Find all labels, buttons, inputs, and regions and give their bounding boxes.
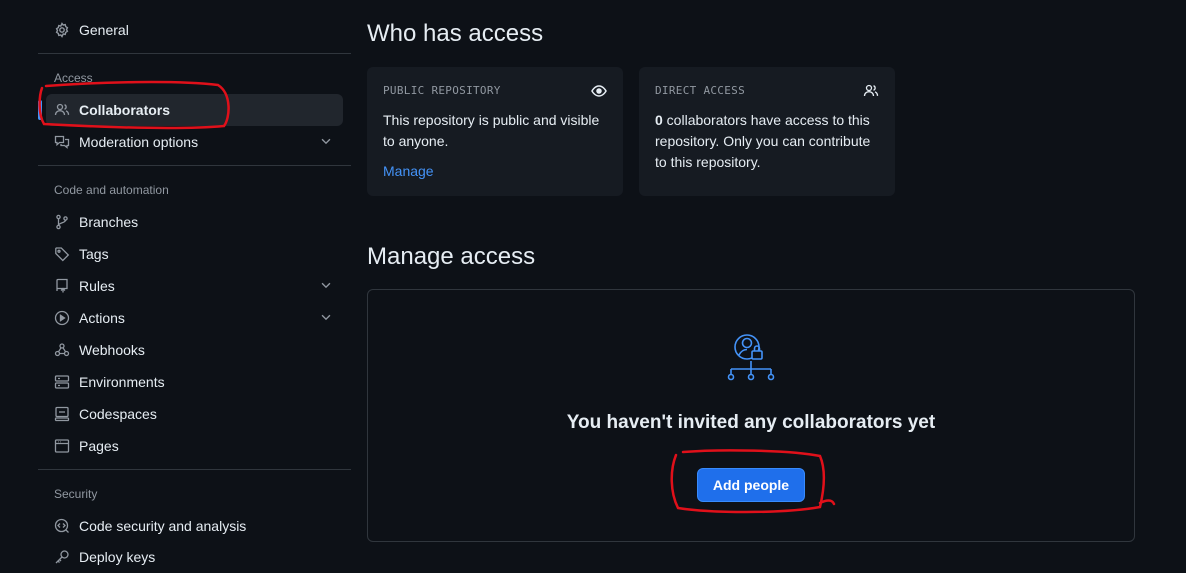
sidebar-item-label: Pages [79, 438, 119, 454]
key-icon [54, 549, 70, 565]
collaborator-count: 0 [655, 112, 663, 128]
who-has-access-heading: Who has access [367, 20, 544, 47]
webhook-icon [54, 342, 70, 358]
sidebar-item-label: Actions [79, 310, 125, 326]
sidebar-item-webhooks[interactable]: Webhooks [46, 334, 343, 366]
gear-icon [54, 22, 70, 38]
sidebar-item-label: Environments [79, 374, 165, 390]
sidebar-section-access: Access [54, 71, 93, 85]
card-body: This repository is public and visible to… [383, 112, 600, 149]
chevron-down-icon[interactable] [319, 278, 333, 292]
sidebar-item-label: Moderation options [79, 134, 199, 150]
direct-access-text: collaborators have access to this reposi… [655, 112, 871, 170]
direct-access-card: DIRECT ACCESS 0 collaborators have acces… [639, 67, 895, 196]
sidebar-divider [38, 53, 351, 54]
sidebar-item-label: Codespaces [79, 406, 157, 422]
sidebar-item-label: Tags [79, 246, 109, 262]
manage-visibility-link[interactable]: Manage [383, 163, 434, 179]
sidebar-item-deploy-keys[interactable]: Deploy keys [46, 541, 343, 573]
chevron-down-icon[interactable] [319, 134, 333, 148]
sidebar-item-label: Code security and analysis [79, 518, 247, 534]
collaborators-empty-state: You haven't invited any collaborators ye… [367, 289, 1135, 542]
add-people-button[interactable]: Add people [697, 468, 805, 502]
settings-sidebar: General Access Collaborators Moderation … [38, 0, 351, 565]
codescan-icon [54, 518, 70, 534]
sidebar-divider [38, 469, 351, 470]
sidebar-item-codespaces[interactable]: Codespaces [46, 398, 343, 430]
empty-state-message: You haven't invited any collaborators ye… [566, 412, 936, 433]
people-icon [54, 102, 70, 118]
git-branch-icon [54, 214, 70, 230]
sidebar-item-tags[interactable]: Tags [46, 238, 343, 270]
sidebar-item-label: General [79, 22, 129, 38]
card-title: PUBLIC REPOSITORY [383, 84, 501, 97]
sidebar-item-label: Deploy keys [79, 549, 156, 565]
sidebar-item-environments[interactable]: Environments [46, 366, 343, 398]
card-body: 0 collaborators have access to this repo… [655, 110, 879, 173]
sidebar-item-actions[interactable]: Actions [46, 302, 343, 334]
server-icon [54, 374, 70, 390]
browser-icon [54, 438, 70, 454]
sidebar-item-general[interactable]: General [46, 14, 343, 46]
collaborators-lock-icon [727, 334, 775, 381]
repo-push-icon [54, 278, 70, 294]
sidebar-item-collaborators[interactable]: Collaborators [38, 94, 343, 126]
sidebar-item-moderation-options[interactable]: Moderation options [46, 126, 343, 158]
people-icon [863, 84, 879, 97]
sidebar-item-code-security[interactable]: Code security and analysis [46, 510, 343, 542]
sidebar-item-pages[interactable]: Pages [46, 430, 343, 462]
manage-access-heading: Manage access [367, 243, 536, 270]
chevron-down-icon[interactable] [319, 310, 333, 324]
sidebar-divider [38, 165, 351, 166]
eye-icon [591, 85, 607, 97]
sidebar-section-security: Security [54, 487, 98, 501]
card-title: DIRECT ACCESS [655, 84, 745, 97]
sidebar-item-label: Rules [79, 278, 115, 294]
sidebar-item-rules[interactable]: Rules [46, 270, 343, 302]
sidebar-item-label: Branches [79, 214, 139, 230]
codespaces-icon [54, 406, 70, 422]
play-icon [54, 310, 70, 326]
sidebar-item-label: Collaborators [79, 102, 171, 118]
public-repository-card: PUBLIC REPOSITORY This repository is pub… [367, 67, 623, 196]
sidebar-item-label: Webhooks [79, 342, 145, 358]
tag-icon [54, 246, 70, 262]
comment-discussion-icon [54, 134, 70, 150]
sidebar-section-code-automation: Code and automation [54, 183, 169, 197]
sidebar-item-branches[interactable]: Branches [46, 206, 343, 238]
